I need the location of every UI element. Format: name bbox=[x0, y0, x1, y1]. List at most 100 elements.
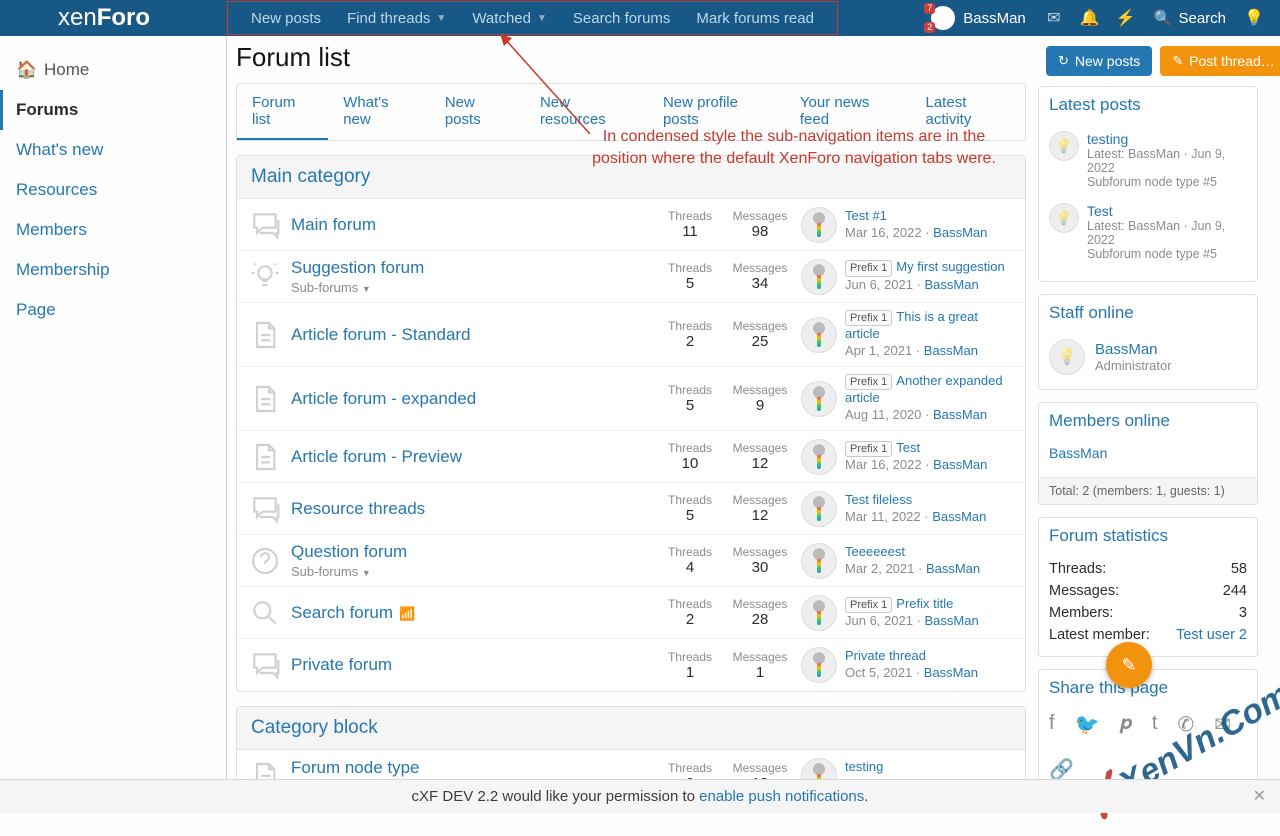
thread-prefix[interactable]: Prefix 1 bbox=[845, 310, 892, 326]
forum-node-row: Resource threadsThreads5Messages12Test f… bbox=[237, 483, 1025, 535]
thread-prefix[interactable]: Prefix 1 bbox=[845, 374, 892, 390]
forum-title-link[interactable]: Forum node type bbox=[291, 758, 420, 777]
forum-title-link[interactable]: Article forum - Preview bbox=[291, 447, 462, 466]
close-icon[interactable]: ✕ bbox=[1253, 786, 1266, 806]
enable-push-link[interactable]: enable push notifications bbox=[699, 788, 864, 805]
forum-title-link[interactable]: Resource threads bbox=[291, 499, 425, 518]
threads-count: 5 bbox=[655, 275, 725, 292]
subnav-find-threads[interactable]: Find threads▼ bbox=[334, 2, 459, 34]
forum-title-link[interactable]: Search forum bbox=[291, 603, 393, 622]
last-post-link[interactable]: Test bbox=[896, 440, 920, 455]
thread-prefix[interactable]: Prefix 1 bbox=[845, 441, 892, 457]
doc-icon bbox=[247, 317, 283, 353]
avatar[interactable] bbox=[801, 491, 837, 527]
subforums-toggle[interactable]: Sub-forums ▼ bbox=[291, 280, 655, 295]
sidebar-item-members[interactable]: Members bbox=[0, 210, 226, 250]
last-post-date: Jun 6, 2021 bbox=[845, 613, 913, 628]
twitter-icon[interactable]: 🐦 bbox=[1075, 712, 1100, 737]
last-post-link[interactable]: Teeeeeest bbox=[845, 544, 905, 559]
inbox-icon[interactable]: ✉ bbox=[1036, 0, 1072, 36]
avatar[interactable] bbox=[801, 207, 837, 243]
alerts-icon[interactable]: 🔔 bbox=[1072, 0, 1108, 36]
forum-title-link[interactable]: Article forum - Standard bbox=[291, 325, 471, 344]
last-post-link[interactable]: Private thread bbox=[845, 648, 926, 663]
avatar[interactable] bbox=[801, 543, 837, 579]
avatar bbox=[1049, 131, 1079, 161]
last-post-user[interactable]: BassMan bbox=[933, 225, 987, 240]
last-post-link[interactable]: Prefix title bbox=[896, 596, 953, 611]
avatar[interactable] bbox=[801, 439, 837, 475]
whatsapp-icon[interactable]: ✆ bbox=[1177, 712, 1194, 737]
threads-label: Threads bbox=[655, 441, 725, 455]
thread-prefix[interactable]: Prefix 1 bbox=[845, 260, 892, 276]
brand-logo[interactable]: xenForo bbox=[0, 2, 227, 34]
last-post-user[interactable]: BassMan bbox=[924, 665, 978, 680]
user-menu[interactable]: 7 2 BassMan bbox=[921, 6, 1036, 30]
tumblr-icon[interactable]: t bbox=[1152, 712, 1158, 737]
tab-whats-new[interactable]: What's new bbox=[328, 84, 430, 140]
last-post-user[interactable]: BassMan bbox=[925, 277, 979, 292]
last-post-link[interactable]: Test fileless bbox=[845, 492, 912, 507]
last-post-link[interactable]: My first suggestion bbox=[896, 259, 1004, 274]
forum-title-link[interactable]: Question forum bbox=[291, 542, 407, 561]
last-post-user[interactable]: BassMan bbox=[932, 509, 986, 524]
rss-icon[interactable]: 📶 bbox=[399, 606, 415, 621]
whats-new-icon[interactable]: ⚡ bbox=[1108, 0, 1144, 36]
stat-value[interactable]: Test user 2 bbox=[1176, 627, 1247, 643]
last-post-user[interactable]: BassMan bbox=[933, 457, 987, 472]
threads-label: Threads bbox=[655, 319, 725, 333]
category-title[interactable]: Category block bbox=[237, 707, 1025, 750]
pinterest-icon[interactable]: 𝒑 bbox=[1119, 712, 1131, 737]
latest-post-item[interactable]: Test Latest: BassMan · Jun 9, 2022 Subfo… bbox=[1049, 199, 1247, 271]
avatar[interactable] bbox=[801, 381, 837, 417]
last-post-link[interactable]: Test #1 bbox=[845, 208, 887, 223]
sidebar-item-home[interactable]: 🏠Home bbox=[0, 50, 226, 90]
messages-count: 30 bbox=[725, 559, 795, 576]
forum-title-link[interactable]: Article forum - expanded bbox=[291, 389, 476, 408]
last-post-user[interactable]: BassMan bbox=[933, 407, 987, 422]
tab-forum-list[interactable]: Forum list bbox=[237, 84, 328, 140]
stat-key: Members: bbox=[1049, 605, 1113, 621]
last-post-user[interactable]: BassMan bbox=[926, 561, 980, 576]
post-thread-button[interactable]: ✎Post thread… bbox=[1160, 46, 1280, 76]
sidebar-item-forums[interactable]: Forums bbox=[0, 90, 226, 130]
bulb-icon[interactable]: 💡 bbox=[1236, 0, 1272, 36]
last-post-link[interactable]: testing bbox=[845, 759, 883, 774]
forum-title-link[interactable]: Main forum bbox=[291, 215, 376, 234]
new-posts-button[interactable]: ↻New posts bbox=[1046, 46, 1152, 76]
sidebar-item-membership[interactable]: Membership bbox=[0, 250, 226, 290]
subnav-new-posts[interactable]: New posts bbox=[238, 2, 334, 34]
last-post-user[interactable]: BassMan bbox=[925, 613, 979, 628]
facebook-icon[interactable]: f bbox=[1049, 712, 1055, 737]
messages-count: 34 bbox=[725, 275, 795, 292]
subnav-watched[interactable]: Watched▼ bbox=[459, 2, 560, 34]
avatar[interactable] bbox=[801, 259, 837, 295]
email-icon[interactable]: ✉ bbox=[1214, 712, 1231, 737]
alerts-badge: 7 bbox=[924, 3, 935, 14]
chat-icon bbox=[247, 491, 283, 527]
forum-title-link[interactable]: Suggestion forum bbox=[291, 258, 424, 277]
sidebar-item-page[interactable]: Page bbox=[0, 290, 226, 330]
tab-new-posts[interactable]: New posts bbox=[430, 84, 525, 140]
latest-post-item[interactable]: testing Latest: BassMan · Jun 9, 2022 Su… bbox=[1049, 127, 1247, 199]
subforums-toggle[interactable]: Sub-forums ▼ bbox=[291, 564, 655, 579]
topbar: xenForo New posts Find threads▼ Watched▼… bbox=[0, 0, 1280, 36]
avatar[interactable] bbox=[801, 595, 837, 631]
member-link[interactable]: BassMan bbox=[1049, 443, 1247, 467]
sidebar-item-resources[interactable]: Resources bbox=[0, 170, 226, 210]
avatar[interactable] bbox=[801, 317, 837, 353]
subnav-search-forums[interactable]: Search forums bbox=[560, 2, 684, 34]
last-post-user[interactable]: BassMan bbox=[924, 343, 978, 358]
forum-node-row: Article forum - PreviewThreads10Messages… bbox=[237, 431, 1025, 483]
threads-label: Threads bbox=[655, 383, 725, 397]
search-toggle[interactable]: 🔍Search bbox=[1144, 9, 1236, 27]
post-thread-fab[interactable]: ✎ bbox=[1106, 642, 1152, 688]
subnav-mark-read[interactable]: Mark forums read bbox=[683, 2, 827, 34]
staff-item[interactable]: BassMan Administrator bbox=[1049, 335, 1247, 379]
sidebar-item-whatsnew[interactable]: What's new bbox=[0, 130, 226, 170]
threads-count: 5 bbox=[655, 507, 725, 524]
refresh-icon: ↻ bbox=[1058, 53, 1069, 69]
avatar[interactable] bbox=[801, 647, 837, 683]
thread-prefix[interactable]: Prefix 1 bbox=[845, 597, 892, 613]
forum-title-link[interactable]: Private forum bbox=[291, 655, 392, 674]
